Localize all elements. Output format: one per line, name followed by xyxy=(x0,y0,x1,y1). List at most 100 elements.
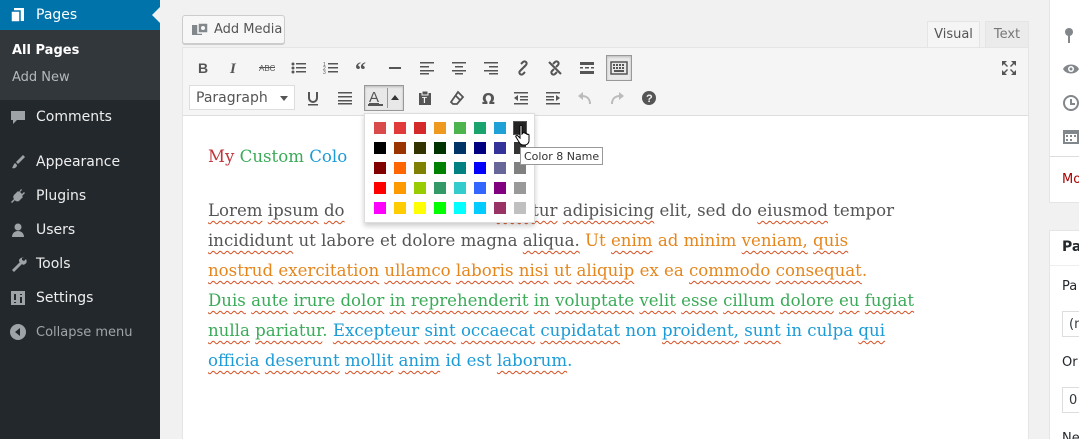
color-swatch[interactable] xyxy=(454,122,466,134)
move-to-trash-link[interactable]: Mo xyxy=(1062,172,1079,187)
parent-select[interactable]: (n xyxy=(1062,311,1079,337)
justify-icon[interactable] xyxy=(333,86,357,110)
collapse-menu[interactable]: Collapse menu xyxy=(0,315,160,349)
paste-as-text-icon[interactable]: T xyxy=(413,86,437,110)
text-span: sint xyxy=(424,321,456,340)
add-media-button[interactable]: Add Media xyxy=(182,15,285,44)
text-span: anim xyxy=(398,351,441,370)
text-span: mollit xyxy=(344,351,394,370)
underline-icon[interactable] xyxy=(301,86,325,110)
submenu-add-new[interactable]: Add New xyxy=(12,70,70,85)
color-swatch[interactable] xyxy=(394,162,406,174)
indent-icon[interactable] xyxy=(541,86,565,110)
numbered-list-icon[interactable]: 123 xyxy=(319,56,343,80)
color-swatch[interactable] xyxy=(494,202,506,214)
align-left-icon[interactable] xyxy=(415,56,439,80)
color-swatch[interactable] xyxy=(414,162,426,174)
menu-tools[interactable]: Tools xyxy=(0,247,160,281)
tab-visual[interactable]: Visual xyxy=(927,21,980,48)
color-swatch[interactable] xyxy=(434,182,446,194)
align-right-icon[interactable] xyxy=(479,56,503,80)
fullscreen-icon[interactable] xyxy=(997,56,1021,80)
menu-plugins[interactable]: Plugins xyxy=(0,179,160,213)
collapse-arrow-icon xyxy=(0,323,36,341)
paintbrush-icon xyxy=(0,153,36,171)
horizontal-line-icon[interactable] xyxy=(383,56,407,80)
color-swatch[interactable] xyxy=(434,162,446,174)
page-attributes-heading: Pa xyxy=(1062,239,1079,255)
submenu-all-pages[interactable]: All Pages xyxy=(12,43,79,58)
svg-text:T: T xyxy=(422,96,427,105)
bold-icon[interactable]: B xyxy=(191,56,215,80)
menu-pages[interactable]: Pages xyxy=(0,0,160,30)
tab-text[interactable]: Text xyxy=(985,21,1029,48)
text-span: do xyxy=(323,201,345,220)
color-swatch[interactable] xyxy=(374,142,386,154)
color-swatch[interactable] xyxy=(394,142,406,154)
text-span: Lorem xyxy=(208,201,263,220)
color-swatch[interactable] xyxy=(394,202,406,214)
link-icon[interactable] xyxy=(511,56,535,80)
color-swatch[interactable] xyxy=(474,162,486,174)
color-swatch[interactable] xyxy=(454,142,466,154)
read-more-icon[interactable] xyxy=(575,56,599,80)
color-swatch[interactable] xyxy=(494,182,506,194)
text-span: reprehenderit xyxy=(410,291,529,310)
color-swatch[interactable] xyxy=(374,162,386,174)
color-swatch[interactable] xyxy=(394,182,406,194)
color-swatch[interactable] xyxy=(374,182,386,194)
unlink-icon[interactable] xyxy=(543,56,567,80)
toolbar-toggle-icon[interactable] xyxy=(606,55,632,81)
color-swatch[interactable] xyxy=(474,182,486,194)
menu-settings[interactable]: Settings xyxy=(0,281,160,315)
undo-icon[interactable] xyxy=(573,86,597,110)
color-swatch[interactable] xyxy=(454,162,466,174)
blockquote-icon[interactable]: “ xyxy=(351,56,375,80)
color-swatch[interactable] xyxy=(474,142,486,154)
editor-content[interactable]: My Custom Colo Lorem ipsum doectetur adi… xyxy=(208,142,1018,376)
color-swatch[interactable] xyxy=(374,202,386,214)
color-swatch[interactable] xyxy=(434,142,446,154)
outdent-icon[interactable] xyxy=(509,86,533,110)
order-input[interactable]: 0 xyxy=(1062,387,1079,413)
color-swatch[interactable] xyxy=(454,182,466,194)
menu-users[interactable]: Users xyxy=(0,213,160,247)
color-swatch[interactable] xyxy=(394,122,406,134)
color-swatch[interactable] xyxy=(474,122,486,134)
settings-icon xyxy=(0,289,36,307)
clear-formatting-icon[interactable] xyxy=(445,86,469,110)
color-swatch[interactable] xyxy=(494,142,506,154)
calendar-icon xyxy=(1063,130,1079,144)
redo-icon[interactable] xyxy=(605,86,629,110)
color-swatch[interactable] xyxy=(374,122,386,134)
special-character-icon[interactable]: Ω xyxy=(477,86,501,110)
color-swatch[interactable] xyxy=(434,122,446,134)
color-swatch[interactable] xyxy=(414,182,426,194)
color-swatch[interactable] xyxy=(414,122,426,134)
align-center-icon[interactable] xyxy=(447,56,471,80)
help-icon[interactable]: ? xyxy=(637,86,661,110)
strikethrough-icon[interactable]: ABC xyxy=(255,56,279,80)
plugin-icon xyxy=(0,187,36,205)
text-color-icon[interactable]: A xyxy=(364,85,404,111)
color-swatch[interactable] xyxy=(434,202,446,214)
menu-appearance[interactable]: Appearance xyxy=(0,145,160,179)
color-swatch[interactable] xyxy=(414,142,426,154)
color-swatch[interactable] xyxy=(474,202,486,214)
color-swatch[interactable] xyxy=(494,162,506,174)
menu-comments[interactable]: Comments xyxy=(0,100,160,134)
text-span: ut labore et dolore magna xyxy=(298,231,518,250)
format-select[interactable]: Paragraph xyxy=(189,85,295,110)
color-swatch[interactable] xyxy=(494,122,506,134)
color-swatch[interactable] xyxy=(414,202,426,214)
paragraph-line: incididunt ut labore et dolore magna ali… xyxy=(208,226,1018,256)
eye-icon xyxy=(1063,64,1079,74)
divider xyxy=(1050,265,1079,266)
text-span: qui xyxy=(858,321,886,340)
bulleted-list-icon[interactable] xyxy=(287,56,311,80)
color-swatch[interactable] xyxy=(514,182,526,194)
italic-icon[interactable]: I xyxy=(223,56,247,80)
color-swatch[interactable] xyxy=(454,202,466,214)
color-swatch[interactable] xyxy=(514,202,526,214)
wrench-icon xyxy=(0,255,36,273)
